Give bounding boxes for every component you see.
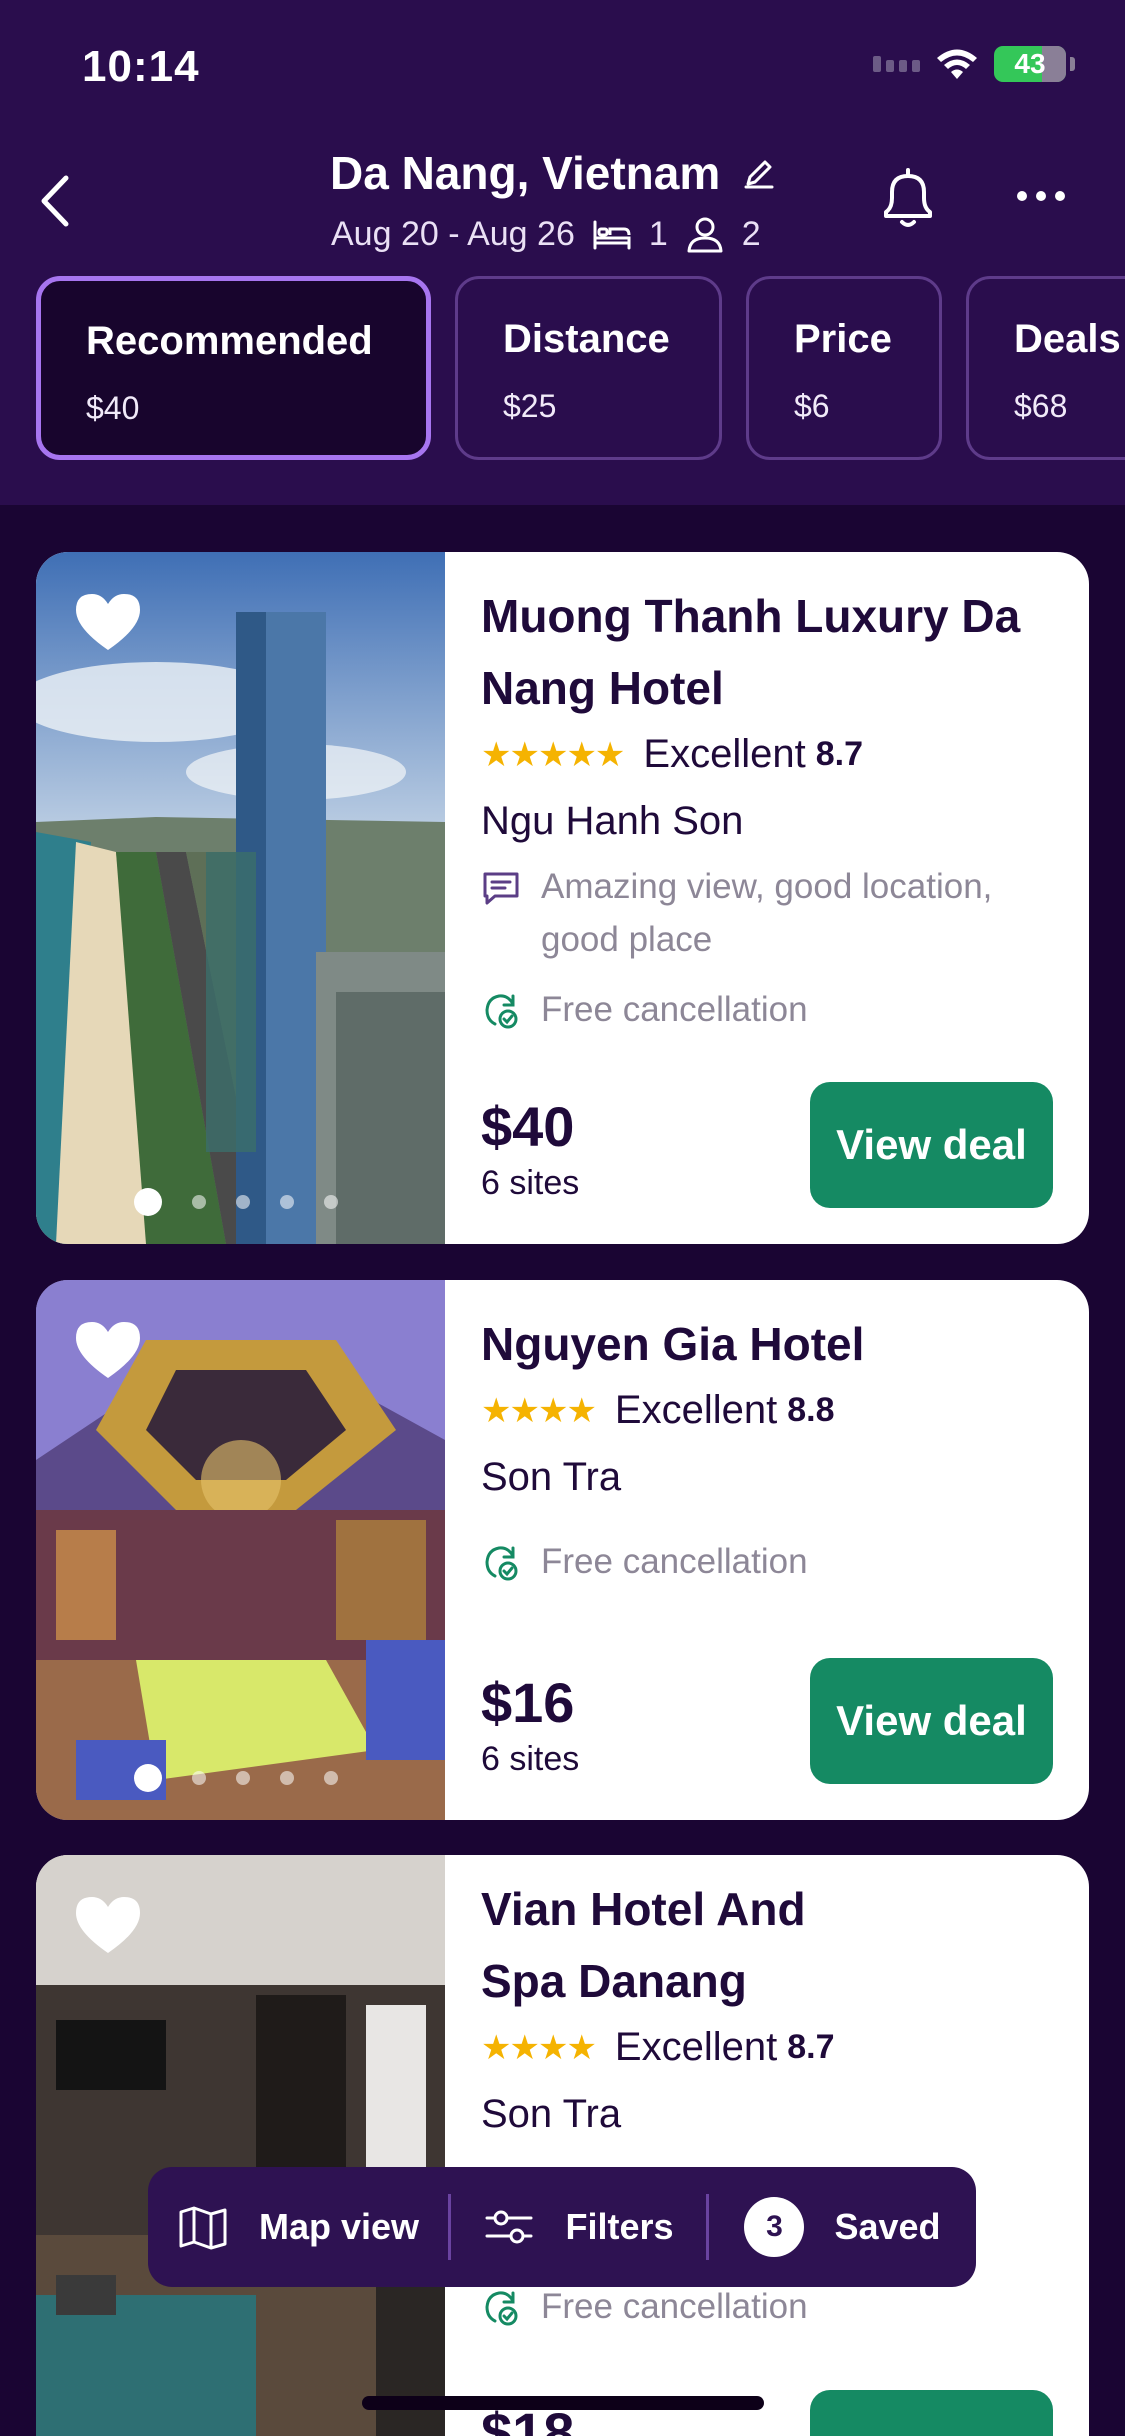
sort-tab-price: $6 [794,388,830,424]
chat-bubble-icon [483,872,519,905]
sort-tab-price: $68 [1014,388,1068,424]
sort-tab-price: $25 [503,388,557,424]
sort-tabs: Recommended $40 Distance $25 Price $6 De… [36,276,1125,462]
price-sites: 6 sites [481,1740,580,1778]
sort-tab-price: $40 [86,390,140,426]
price-sites: 6 sites [481,1164,580,1202]
hotel-card[interactable]: Nguyen Gia Hotel ★★★★ Excellent 8.8 Son … [36,1280,1089,1820]
rating-text: Excellent [614,1388,778,1432]
header: 10:14 43 Da Nang, Vietnam Aug 20 - Aug 2… [0,0,1125,505]
status-indicators: 43 [873,46,1075,82]
filters-sliders-icon [485,2210,533,2244]
battery-icon: 43 [994,46,1066,82]
hotel-name[interactable]: Nguyen Gia Hotel [481,1308,1053,1380]
cellular-signal-icon [873,56,920,72]
cancellation-refresh-icon [485,2291,518,2326]
rating-score: 8.7 [815,735,863,773]
status-time: 10:14 [82,42,200,91]
cancellation-refresh-icon [485,994,518,1029]
hotel-area: Ngu Hanh Son [481,799,744,843]
bed-icon [593,220,631,249]
trip-dates: Aug 20 - Aug 26 [331,215,575,253]
rating-text: Excellent [643,732,806,776]
trip-title[interactable]: Da Nang, Vietnam [330,146,776,200]
rating-score: 8.8 [787,1391,835,1429]
sort-tab-label: Recommended [86,319,373,363]
more-options-icon[interactable] [1016,186,1066,206]
hotel-photo[interactable] [36,552,445,1244]
photo-pagination [134,1188,338,1216]
map-view-button[interactable]: Map view [148,2167,448,2287]
view-deal-button[interactable]: View deal [810,1658,1053,1784]
map-icon [179,2206,227,2250]
sort-tab-label: Deals [1014,317,1121,361]
sort-tab-distance[interactable]: Distance $25 [455,276,722,460]
review-snippet: Amazing view, good location, good place [481,860,1053,966]
back-icon[interactable] [30,168,80,234]
filters-button[interactable]: Filters [451,2167,706,2287]
cancellation-refresh-icon [485,1546,518,1581]
trip-details[interactable]: Aug 20 - Aug 26 1 2 [331,215,761,254]
sort-tab-recommended[interactable]: Recommended $40 [36,276,431,460]
saved-button[interactable]: 3 Saved [709,2167,976,2287]
bell-icon[interactable] [872,164,944,236]
hotel-rating: ★★★★ Excellent 8.7 [481,2025,1053,2070]
sort-tab-label: Distance [503,317,670,361]
photo-pagination [134,1764,338,1792]
guest-icon [687,217,723,252]
hotel-price: $40 [481,1095,575,1158]
battery-level: 43 [1014,48,1046,79]
hotel-area: Son Tra [481,2092,622,2136]
hotel-name[interactable]: Muong Thanh Luxury Da Nang Hotel [481,580,1053,724]
sort-tab-label: Price [794,317,892,361]
sort-tab-deals[interactable]: Deals $68 [966,276,1125,460]
favorite-heart-icon[interactable] [72,1318,144,1382]
free-cancellation: Free cancellation [481,1542,808,1582]
edit-pencil-icon[interactable] [742,156,776,190]
destination-text: Da Nang, Vietnam [330,147,721,199]
hotel-price: $16 [481,1671,575,1734]
hotel-name[interactable]: Vian Hotel And Spa Danang [481,1873,1053,2017]
free-cancellation: Free cancellation [481,2287,808,2327]
star-rating-icon: ★★★★★ [481,735,625,774]
home-indicator[interactable] [362,2396,764,2410]
saved-count-badge: 3 [744,2197,805,2257]
rating-score: 8.7 [787,2028,835,2066]
hotel-info: Muong Thanh Luxury Da Nang Hotel ★★★★★ E… [481,552,1053,1244]
bottom-action-bar: Map view Filters 3 Saved [148,2167,976,2287]
wifi-icon [937,49,977,79]
view-deal-button[interactable]: View deal [810,1082,1053,1208]
hotel-area: Son Tra [481,1455,622,1499]
hotel-results-list[interactable]: Muong Thanh Luxury Da Nang Hotel ★★★★★ E… [0,505,1125,2436]
free-cancellation: Free cancellation [481,990,808,1030]
room-count: 1 [648,215,668,253]
hotel-rating: ★★★★ Excellent 8.8 [481,1388,1053,1433]
hotel-rating: ★★★★★ Excellent 8.7 [481,732,1053,777]
hotel-info: Nguyen Gia Hotel ★★★★ Excellent 8.8 Son … [481,1280,1053,1820]
star-rating-icon: ★★★★ [481,1391,597,1430]
favorite-heart-icon[interactable] [72,590,144,654]
rating-text: Excellent [614,2025,778,2069]
hotel-card[interactable]: Vian Hotel And Spa Danang ★★★★ Excellent… [36,1855,1089,2436]
view-deal-button[interactable] [810,2390,1053,2436]
hotel-card[interactable]: Muong Thanh Luxury Da Nang Hotel ★★★★★ E… [36,552,1089,1244]
guest-count: 2 [741,215,761,253]
hotel-info: Vian Hotel And Spa Danang ★★★★ Excellent… [481,1855,1053,2436]
star-rating-icon: ★★★★ [481,2028,597,2067]
favorite-heart-icon[interactable] [72,1893,144,1957]
sort-tab-price[interactable]: Price $6 [746,276,942,460]
